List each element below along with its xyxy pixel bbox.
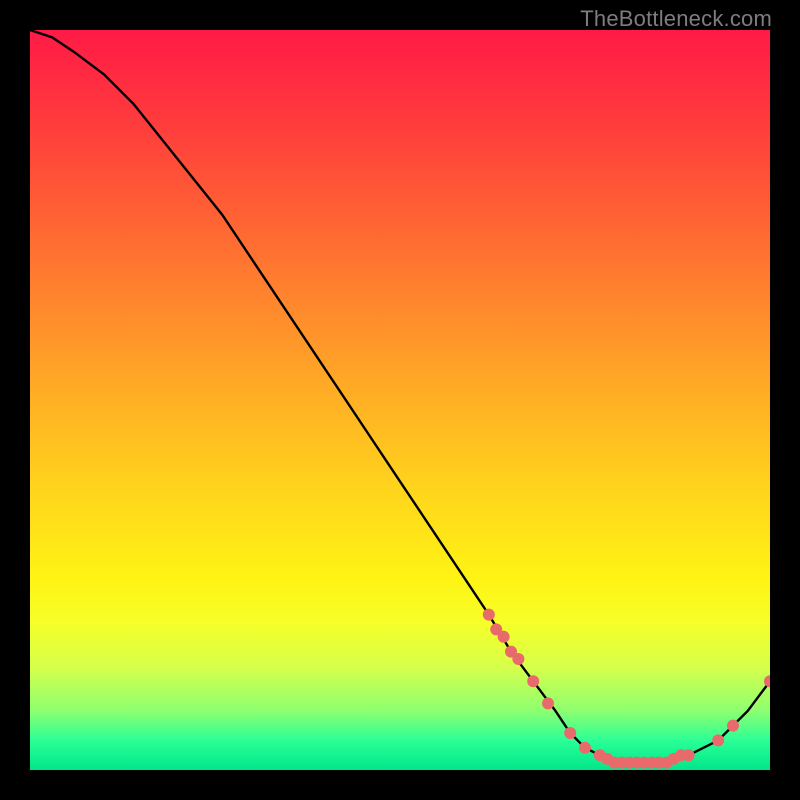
chart-frame: TheBottleneck.com (0, 0, 800, 800)
data-marker (564, 727, 576, 739)
data-marker (727, 720, 739, 732)
bottleneck-line-chart (30, 30, 770, 770)
data-marker (483, 609, 495, 621)
data-marker (512, 653, 524, 665)
data-marker (764, 675, 770, 687)
data-markers (483, 609, 770, 769)
data-marker (527, 675, 539, 687)
plot-area (30, 30, 770, 770)
data-marker (498, 631, 510, 643)
data-marker (683, 749, 695, 761)
data-marker (712, 734, 724, 746)
watermark-text: TheBottleneck.com (580, 6, 772, 32)
data-marker (542, 697, 554, 709)
data-marker (579, 742, 591, 754)
curve-path (30, 30, 770, 763)
